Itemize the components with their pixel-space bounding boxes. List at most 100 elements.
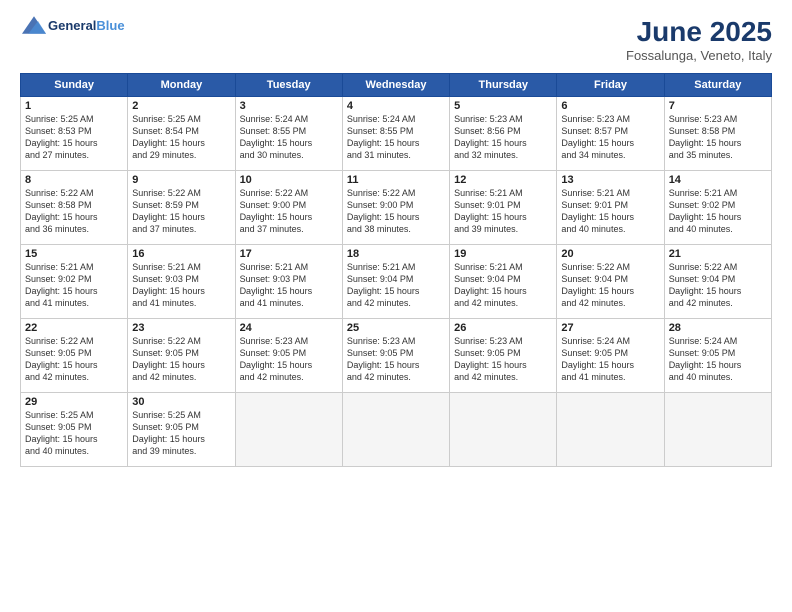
day-cell-21: 21 Sunrise: 5:22 AM Sunset: 9:04 PM Dayl…: [664, 245, 771, 319]
daylight-minutes: and 41 minutes.: [561, 372, 625, 382]
col-friday: Friday: [557, 74, 664, 97]
daylight-minutes: and 39 minutes.: [132, 446, 196, 456]
sunrise: Sunrise: 5:23 AM: [561, 114, 630, 124]
logo-text: GeneralBlue: [48, 18, 125, 33]
day-cell-14: 14 Sunrise: 5:21 AM Sunset: 9:02 PM Dayl…: [664, 171, 771, 245]
daylight-label: Daylight: 15 hours: [240, 360, 313, 370]
daylight-label: Daylight: 15 hours: [561, 286, 634, 296]
day-cell-25: 25 Sunrise: 5:23 AM Sunset: 9:05 PM Dayl…: [342, 319, 449, 393]
day-info: Sunrise: 5:21 AM Sunset: 9:04 PM Dayligh…: [347, 261, 445, 310]
daylight-label: Daylight: 15 hours: [25, 434, 98, 444]
daylight-minutes: and 40 minutes.: [561, 224, 625, 234]
day-info: Sunrise: 5:25 AM Sunset: 8:54 PM Dayligh…: [132, 113, 230, 162]
week-row-4: 22 Sunrise: 5:22 AM Sunset: 9:05 PM Dayl…: [21, 319, 772, 393]
daylight-minutes: and 41 minutes.: [132, 298, 196, 308]
day-cell-16: 16 Sunrise: 5:21 AM Sunset: 9:03 PM Dayl…: [128, 245, 235, 319]
sunset: Sunset: 9:02 PM: [25, 274, 92, 284]
day-info: Sunrise: 5:21 AM Sunset: 9:02 PM Dayligh…: [25, 261, 123, 310]
day-number: 24: [240, 322, 338, 334]
day-info: Sunrise: 5:23 AM Sunset: 9:05 PM Dayligh…: [347, 335, 445, 384]
day-info: Sunrise: 5:21 AM Sunset: 9:04 PM Dayligh…: [454, 261, 552, 310]
sunrise: Sunrise: 5:21 AM: [347, 262, 416, 272]
page-header: GeneralBlue June 2025 Fossalunga, Veneto…: [20, 16, 772, 63]
sunset: Sunset: 9:05 PM: [132, 422, 199, 432]
daylight-label: Daylight: 15 hours: [669, 212, 742, 222]
day-info: Sunrise: 5:25 AM Sunset: 9:05 PM Dayligh…: [25, 409, 123, 458]
sunset: Sunset: 9:05 PM: [25, 348, 92, 358]
daylight-minutes: and 41 minutes.: [25, 298, 89, 308]
daylight-minutes: and 42 minutes.: [240, 372, 304, 382]
week-row-1: 1 Sunrise: 5:25 AM Sunset: 8:53 PM Dayli…: [21, 97, 772, 171]
daylight-minutes: and 27 minutes.: [25, 150, 89, 160]
daylight-label: Daylight: 15 hours: [347, 212, 420, 222]
day-info: Sunrise: 5:21 AM Sunset: 9:02 PM Dayligh…: [669, 187, 767, 236]
col-sunday: Sunday: [21, 74, 128, 97]
day-info: Sunrise: 5:22 AM Sunset: 8:58 PM Dayligh…: [25, 187, 123, 236]
daylight-label: Daylight: 15 hours: [132, 212, 205, 222]
daylight-minutes: and 38 minutes.: [347, 224, 411, 234]
col-thursday: Thursday: [450, 74, 557, 97]
sunrise: Sunrise: 5:24 AM: [240, 114, 309, 124]
sunset: Sunset: 9:00 PM: [240, 200, 307, 210]
day-number: 13: [561, 174, 659, 186]
col-saturday: Saturday: [664, 74, 771, 97]
day-number: 4: [347, 100, 445, 112]
sunset: Sunset: 9:05 PM: [347, 348, 414, 358]
week-row-2: 8 Sunrise: 5:22 AM Sunset: 8:58 PM Dayli…: [21, 171, 772, 245]
day-number: 21: [669, 248, 767, 260]
sunset: Sunset: 9:01 PM: [454, 200, 521, 210]
day-number: 9: [132, 174, 230, 186]
daylight-minutes: and 37 minutes.: [132, 224, 196, 234]
day-number: 10: [240, 174, 338, 186]
day-info: Sunrise: 5:21 AM Sunset: 9:03 PM Dayligh…: [240, 261, 338, 310]
sunrise: Sunrise: 5:22 AM: [347, 188, 416, 198]
day-number: 19: [454, 248, 552, 260]
day-number: 25: [347, 322, 445, 334]
day-info: Sunrise: 5:23 AM Sunset: 8:58 PM Dayligh…: [669, 113, 767, 162]
sunset: Sunset: 9:03 PM: [132, 274, 199, 284]
day-info: Sunrise: 5:21 AM Sunset: 9:01 PM Dayligh…: [454, 187, 552, 236]
sunset: Sunset: 8:53 PM: [25, 126, 92, 136]
sunset: Sunset: 9:05 PM: [669, 348, 736, 358]
day-info: Sunrise: 5:22 AM Sunset: 9:05 PM Dayligh…: [25, 335, 123, 384]
day-cell-26: 26 Sunrise: 5:23 AM Sunset: 9:05 PM Dayl…: [450, 319, 557, 393]
sunset: Sunset: 9:04 PM: [454, 274, 521, 284]
day-number: 14: [669, 174, 767, 186]
sunrise: Sunrise: 5:22 AM: [669, 262, 738, 272]
day-number: 1: [25, 100, 123, 112]
sunrise: Sunrise: 5:22 AM: [132, 188, 201, 198]
day-cell-3: 3 Sunrise: 5:24 AM Sunset: 8:55 PM Dayli…: [235, 97, 342, 171]
day-cell-22: 22 Sunrise: 5:22 AM Sunset: 9:05 PM Dayl…: [21, 319, 128, 393]
daylight-minutes: and 35 minutes.: [669, 150, 733, 160]
daylight-minutes: and 30 minutes.: [240, 150, 304, 160]
daylight-minutes: and 42 minutes.: [561, 298, 625, 308]
sunset: Sunset: 9:02 PM: [669, 200, 736, 210]
day-info: Sunrise: 5:25 AM Sunset: 8:53 PM Dayligh…: [25, 113, 123, 162]
logo-icon: [22, 16, 46, 34]
daylight-minutes: and 40 minutes.: [25, 446, 89, 456]
week-row-3: 15 Sunrise: 5:21 AM Sunset: 9:02 PM Dayl…: [21, 245, 772, 319]
daylight-minutes: and 40 minutes.: [669, 224, 733, 234]
day-cell-15: 15 Sunrise: 5:21 AM Sunset: 9:02 PM Dayl…: [21, 245, 128, 319]
sunset: Sunset: 9:05 PM: [561, 348, 628, 358]
daylight-minutes: and 42 minutes.: [454, 372, 518, 382]
daylight-label: Daylight: 15 hours: [25, 212, 98, 222]
daylight-minutes: and 34 minutes.: [561, 150, 625, 160]
sunrise: Sunrise: 5:24 AM: [669, 336, 738, 346]
day-number: 27: [561, 322, 659, 334]
day-info: Sunrise: 5:22 AM Sunset: 9:04 PM Dayligh…: [669, 261, 767, 310]
day-cell-29: 29 Sunrise: 5:25 AM Sunset: 9:05 PM Dayl…: [21, 393, 128, 467]
day-info: Sunrise: 5:23 AM Sunset: 9:05 PM Dayligh…: [454, 335, 552, 384]
daylight-label: Daylight: 15 hours: [25, 286, 98, 296]
day-number: 23: [132, 322, 230, 334]
sunset: Sunset: 8:55 PM: [240, 126, 307, 136]
day-info: Sunrise: 5:22 AM Sunset: 9:00 PM Dayligh…: [240, 187, 338, 236]
day-cell-28: 28 Sunrise: 5:24 AM Sunset: 9:05 PM Dayl…: [664, 319, 771, 393]
daylight-minutes: and 39 minutes.: [454, 224, 518, 234]
day-cell-24: 24 Sunrise: 5:23 AM Sunset: 9:05 PM Dayl…: [235, 319, 342, 393]
sunset: Sunset: 9:00 PM: [347, 200, 414, 210]
sunset: Sunset: 8:59 PM: [132, 200, 199, 210]
daylight-label: Daylight: 15 hours: [25, 138, 98, 148]
title-block: June 2025 Fossalunga, Veneto, Italy: [626, 16, 772, 63]
sunset: Sunset: 9:03 PM: [240, 274, 307, 284]
